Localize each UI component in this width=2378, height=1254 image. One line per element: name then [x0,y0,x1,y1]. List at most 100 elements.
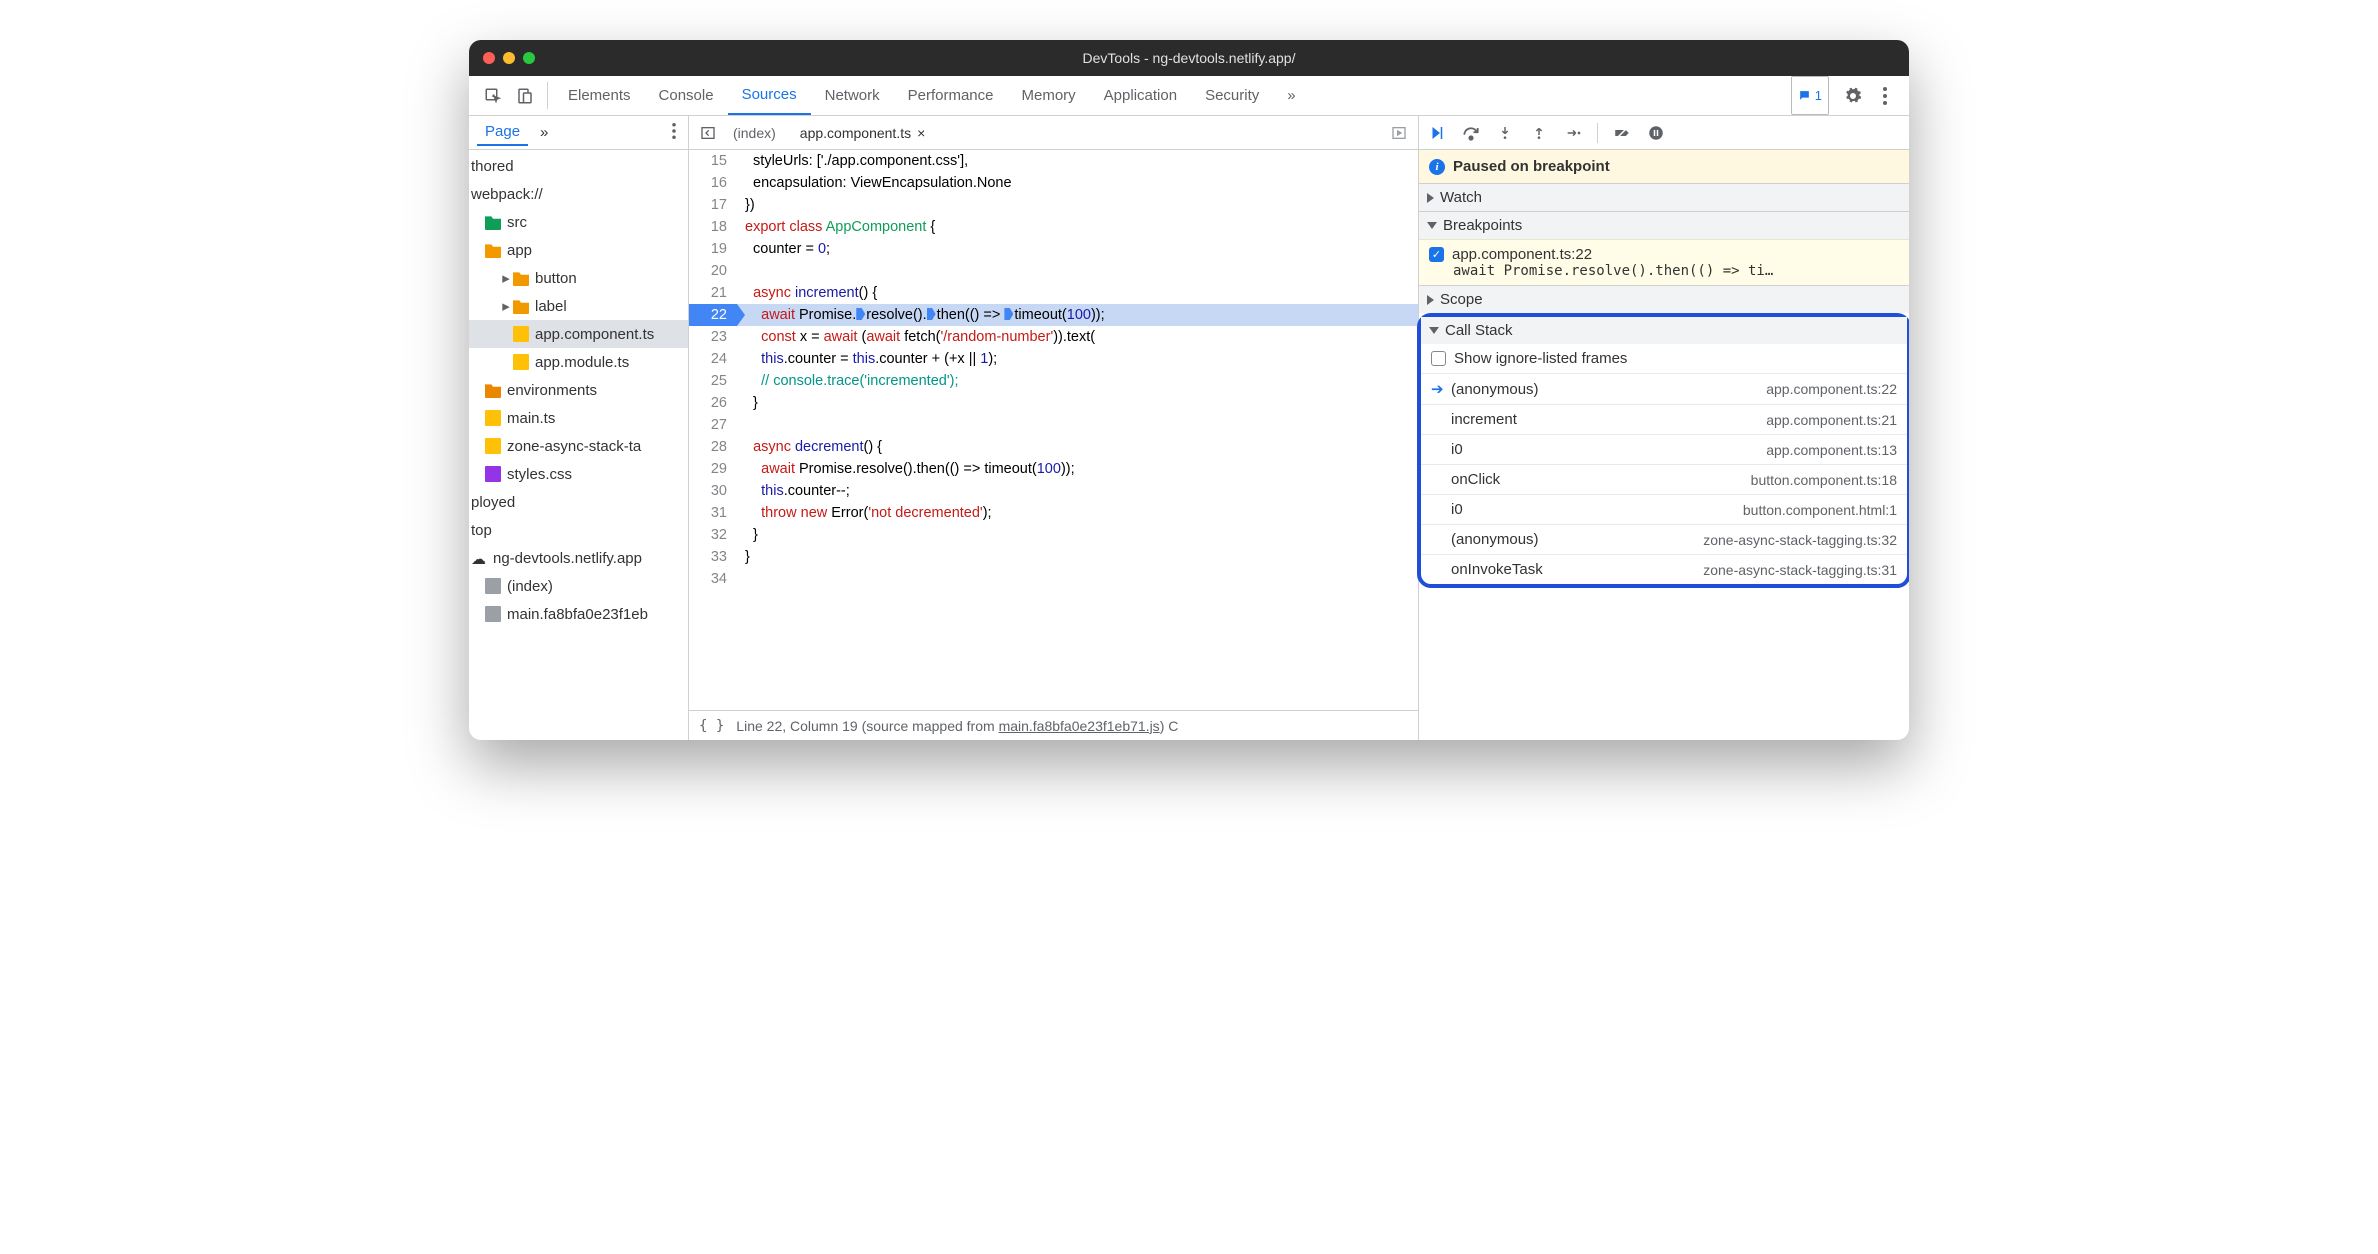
line-number[interactable]: 34 [689,568,737,590]
file-tree-item[interactable]: thored [469,152,688,180]
file-tree-item[interactable]: top [469,516,688,544]
file-tree-item[interactable]: ☁︎ng-devtools.netlify.app [469,544,688,572]
code-line[interactable]: 26 } [689,392,1418,414]
line-number[interactable]: 27 [689,414,737,436]
line-number[interactable]: 18 [689,216,737,238]
file-tree-item[interactable]: app.component.ts [469,320,688,348]
tab-sources[interactable]: Sources [728,76,811,115]
file-tree-item[interactable]: zone-async-stack-ta [469,432,688,460]
code-line[interactable]: 16 encapsulation: ViewEncapsulation.None [689,172,1418,194]
line-number[interactable]: 33 [689,546,737,568]
code-line[interactable]: 33} [689,546,1418,568]
code-line[interactable]: 31 throw new Error('not decremented'); [689,502,1418,524]
deactivate-breakpoints-icon[interactable] [1612,123,1632,143]
file-tree-item[interactable]: (index) [469,572,688,600]
code-line[interactable]: 30 this.counter--; [689,480,1418,502]
code-line[interactable]: 19 counter = 0; [689,238,1418,260]
breakpoints-header[interactable]: Breakpoints [1419,212,1909,239]
code-line[interactable]: 15 styleUrls: ['./app.component.css'], [689,150,1418,172]
step-into-icon[interactable] [1495,123,1515,143]
file-tree-item[interactable]: app.module.ts [469,348,688,376]
tab-elements[interactable]: Elements [554,76,645,115]
pause-exceptions-icon[interactable] [1646,123,1666,143]
page-tab[interactable]: Page [477,119,528,146]
callstack-frame[interactable]: onInvokeTaskzone-async-stack-tagging.ts:… [1421,554,1907,584]
resume-icon[interactable] [1427,123,1447,143]
line-number[interactable]: 21 [689,282,737,304]
more-icon[interactable] [1869,76,1901,115]
callstack-frame[interactable]: ➔(anonymous)app.component.ts:22 [1421,373,1907,404]
callstack-frame[interactable]: onClickbutton.component.ts:18 [1421,464,1907,494]
nav-back-icon[interactable] [695,125,721,141]
line-number[interactable]: 29 [689,458,737,480]
line-number[interactable]: 22 [689,304,737,326]
file-tree-item[interactable]: webpack:// [469,180,688,208]
line-number[interactable]: 16 [689,172,737,194]
callstack-frame[interactable]: (anonymous)zone-async-stack-tagging.ts:3… [1421,524,1907,554]
tabs-overflow[interactable]: » [1273,76,1309,115]
step-over-icon[interactable] [1461,123,1481,143]
settings-icon[interactable] [1837,76,1869,115]
scope-section[interactable]: Scope [1419,285,1909,313]
tab-performance[interactable]: Performance [894,76,1008,115]
breakpoint-checkbox[interactable]: ✓ [1429,247,1444,262]
device-toggle-icon[interactable] [509,76,541,115]
line-number[interactable]: 19 [689,238,737,260]
line-number[interactable]: 17 [689,194,737,216]
code-line[interactable]: 22 await Promise.resolve().then(() => ti… [689,304,1418,326]
tab-security[interactable]: Security [1191,76,1273,115]
run-snippet-icon[interactable] [1386,125,1412,141]
code-line[interactable]: 23 const x = await (await fetch('/random… [689,326,1418,348]
line-number[interactable]: 25 [689,370,737,392]
code-line[interactable]: 17}) [689,194,1418,216]
source-map-link[interactable]: main.fa8bfa0e23f1eb71.js [999,718,1160,734]
step-out-icon[interactable] [1529,123,1549,143]
close-tab-icon[interactable]: × [917,125,925,141]
line-number[interactable]: 30 [689,480,737,502]
code-line[interactable]: 24 this.counter = this.counter + (+x || … [689,348,1418,370]
code-line[interactable]: 29 await Promise.resolve().then(() => ti… [689,458,1418,480]
file-tree-item[interactable]: ▸button [469,264,688,292]
callstack-frame[interactable]: i0app.component.ts:13 [1421,434,1907,464]
callstack-header[interactable]: Call Stack [1421,317,1907,344]
tab-application[interactable]: Application [1090,76,1191,115]
file-tree-item[interactable]: app [469,236,688,264]
navigator-overflow[interactable]: » [532,120,556,145]
watch-section[interactable]: Watch [1419,183,1909,211]
code-line[interactable]: 28 async decrement() { [689,436,1418,458]
navigator-more-icon[interactable] [668,123,680,143]
line-number[interactable]: 32 [689,524,737,546]
file-tree[interactable]: thoredwebpack://srcapp▸button▸labelapp.c… [469,150,688,740]
line-number[interactable]: 15 [689,150,737,172]
breakpoint-item[interactable]: ✓ app.component.ts:22 await Promise.reso… [1419,239,1909,285]
editor-tab-index[interactable]: (index) [723,121,786,145]
editor-tab-app-component[interactable]: app.component.ts × [790,121,935,145]
tab-memory[interactable]: Memory [1008,76,1090,115]
line-number[interactable]: 24 [689,348,737,370]
code-area[interactable]: 15 styleUrls: ['./app.component.css'],16… [689,150,1418,710]
file-tree-item[interactable]: main.fa8bfa0e23f1eb [469,600,688,628]
checkbox-icon[interactable] [1431,351,1446,366]
code-line[interactable]: 21 async increment() { [689,282,1418,304]
code-line[interactable]: 18export class AppComponent { [689,216,1418,238]
file-tree-item[interactable]: ployed [469,488,688,516]
file-tree-item[interactable]: environments [469,376,688,404]
code-line[interactable]: 34 [689,568,1418,590]
code-line[interactable]: 27 [689,414,1418,436]
issues-badge[interactable]: 1 [1791,76,1829,115]
file-tree-item[interactable]: main.ts [469,404,688,432]
line-number[interactable]: 26 [689,392,737,414]
line-number[interactable]: 28 [689,436,737,458]
line-number[interactable]: 23 [689,326,737,348]
step-icon[interactable] [1563,123,1583,143]
pretty-print-icon[interactable]: { } [699,718,724,734]
inspect-icon[interactable] [477,76,509,115]
code-line[interactable]: 25 // console.trace('incremented'); [689,370,1418,392]
code-line[interactable]: 20 [689,260,1418,282]
code-line[interactable]: 32 } [689,524,1418,546]
show-ignored-toggle[interactable]: Show ignore-listed frames [1421,344,1907,373]
callstack-frame[interactable]: i0button.component.html:1 [1421,494,1907,524]
line-number[interactable]: 20 [689,260,737,282]
file-tree-item[interactable]: ▸label [469,292,688,320]
callstack-frame[interactable]: incrementapp.component.ts:21 [1421,404,1907,434]
